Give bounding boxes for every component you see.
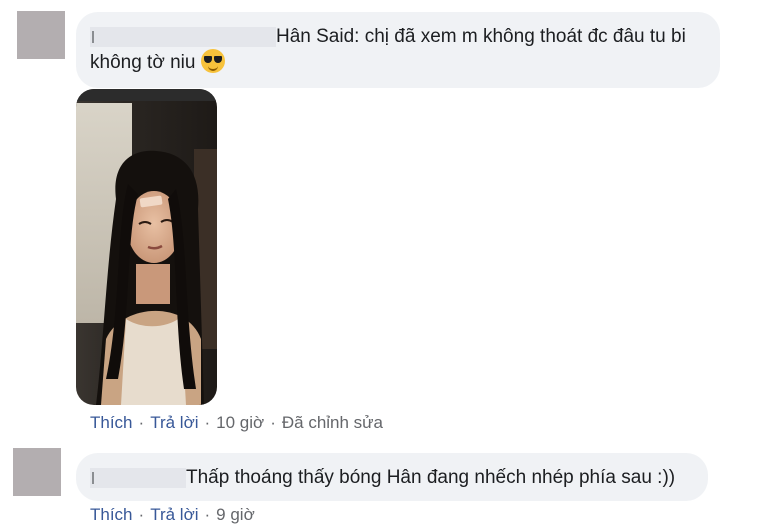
separator: · (204, 505, 211, 524)
comment-actions: Thích · Trả lời · 9 giờ (90, 505, 255, 525)
sunglasses-emoji-icon (201, 49, 226, 73)
separator: · (204, 413, 211, 432)
author-name[interactable]: Hân Said: (276, 26, 359, 47)
separator: · (270, 413, 276, 432)
comment-bubble: Thấp thoáng thấy bóng Hân đang nhếch nhé… (76, 453, 708, 501)
edited-label[interactable]: Đã chỉnh sửa (282, 413, 383, 432)
timestamp[interactable]: 10 giờ (216, 413, 264, 432)
reply-link[interactable]: Trả lời (150, 505, 198, 524)
redacted-author-name[interactable] (90, 468, 186, 488)
comment-line-1: Hân Said: chị đã xem m không thoát đc đâ… (90, 24, 720, 49)
separator: · (138, 505, 145, 524)
avatar[interactable] (13, 448, 61, 496)
comment-text: Thấp thoáng thấy bóng Hân đang nhếch nhé… (186, 467, 676, 488)
like-link[interactable]: Thích (90, 505, 133, 524)
comment-actions: Thích · Trả lời · 10 giờ · Đã chỉnh sửa (90, 413, 383, 433)
comment-photo[interactable] (76, 89, 217, 405)
comment-bubble: Hân Said: chị đã xem m không thoát đc đâ… (76, 12, 720, 88)
like-link[interactable]: Thích (90, 413, 133, 432)
photo-image (76, 89, 217, 405)
comment-text-continued: không tờ niu (90, 52, 196, 73)
reply-link[interactable]: Trả lời (150, 413, 198, 432)
avatar[interactable] (17, 11, 65, 59)
timestamp[interactable]: 9 giờ (216, 505, 255, 524)
comment-text: chị đã xem m không thoát đc đâu tu bi (359, 26, 686, 47)
redacted-author-name[interactable] (90, 27, 276, 47)
separator: · (138, 413, 145, 432)
